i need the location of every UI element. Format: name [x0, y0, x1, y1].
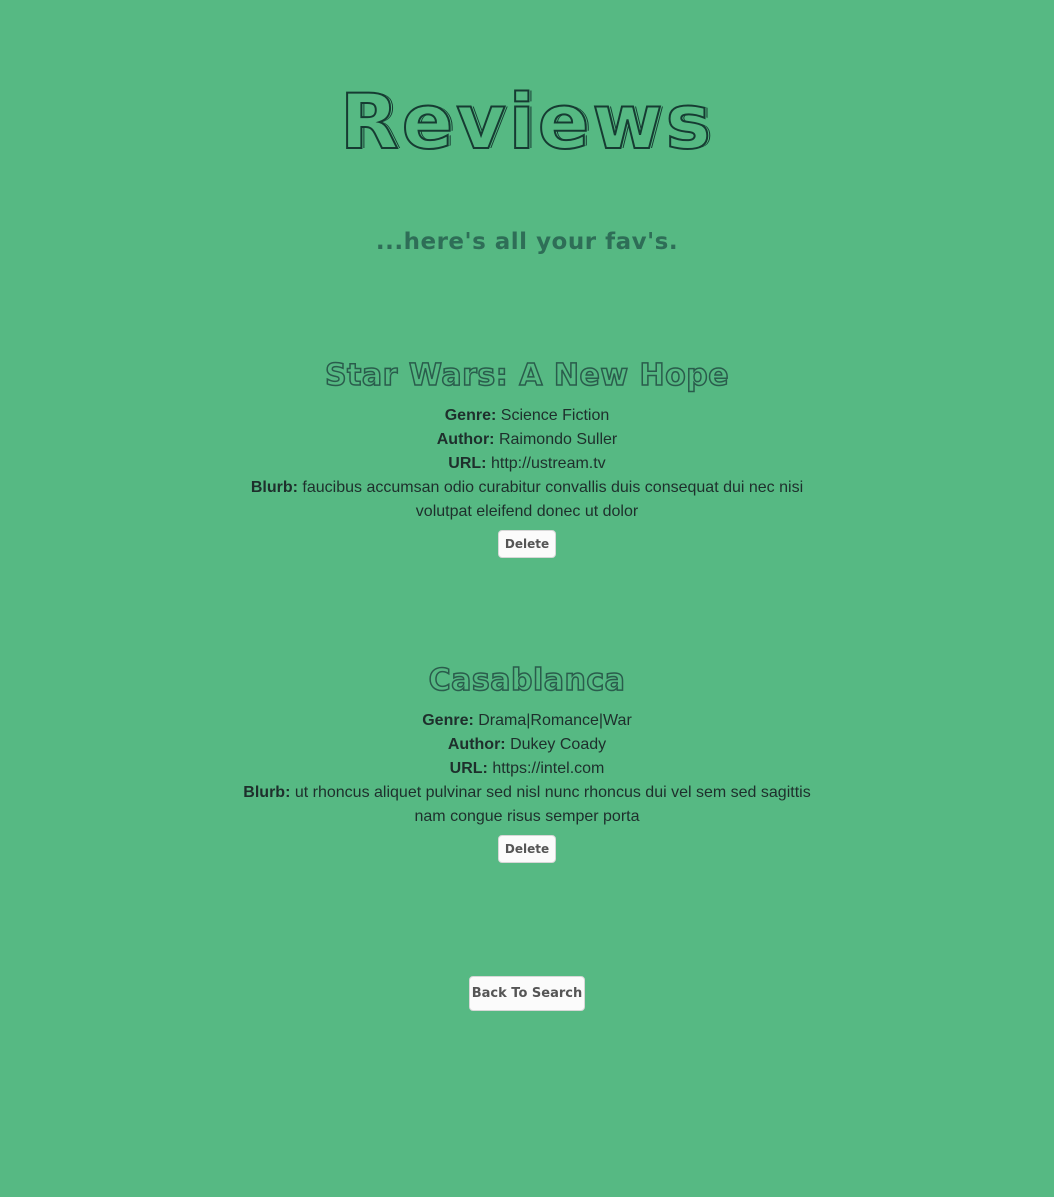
review-title: Casablanca	[428, 662, 626, 699]
review-url: URL: https://intel.com	[227, 757, 827, 781]
url-label: URL:	[448, 455, 487, 472]
author-label: Author:	[447, 736, 506, 753]
author-label: Author:	[436, 431, 495, 448]
url-value: https://intel.com	[492, 760, 605, 777]
back-to-search-button[interactable]: Back To Search	[469, 976, 585, 1011]
blurb-label: Blurb:	[250, 479, 298, 496]
blurb-value: faucibus accumsan odio curabitur convall…	[302, 479, 804, 520]
genre-label: Genre:	[422, 712, 474, 729]
review-genre: Genre: Science Fiction	[227, 404, 827, 428]
review-url: URL: http://ustream.tv	[227, 452, 827, 476]
page-subtitle: ...here's all your fav's.	[375, 229, 679, 255]
delete-button[interactable]: Delete	[497, 530, 557, 558]
delete-button[interactable]: Delete	[497, 835, 557, 863]
blurb-value: ut rhoncus aliquet pulvinar sed nisl nun…	[294, 784, 811, 825]
review-blurb: Blurb: ut rhoncus aliquet pulvinar sed n…	[237, 781, 817, 829]
review-genre: Genre: Drama|Romance|War	[227, 709, 827, 733]
page-title: Reviews	[339, 77, 714, 167]
review-card: Star Wars: A New Hope Genre: Science Fic…	[227, 356, 827, 558]
blurb-label: Blurb:	[243, 784, 291, 801]
url-label: URL:	[449, 760, 488, 777]
review-blurb: Blurb: faucibus accumsan odio curabitur …	[237, 476, 817, 524]
review-title: Star Wars: A New Hope	[324, 357, 730, 394]
author-value: Raimondo Suller	[498, 431, 618, 448]
review-card: Casablanca Genre: Drama|Romance|War Auth…	[227, 661, 827, 863]
genre-label: Genre:	[444, 407, 497, 424]
reviews-page: Reviews ...here's all your fav's. Star W…	[0, 0, 1054, 1197]
url-value: http://ustream.tv	[490, 455, 606, 472]
review-author: Author: Dukey Coady	[227, 733, 827, 757]
genre-value: Drama|Romance|War	[478, 712, 632, 729]
review-author: Author: Raimondo Suller	[227, 428, 827, 452]
author-value: Dukey Coady	[510, 736, 607, 753]
genre-value: Science Fiction	[500, 407, 610, 424]
